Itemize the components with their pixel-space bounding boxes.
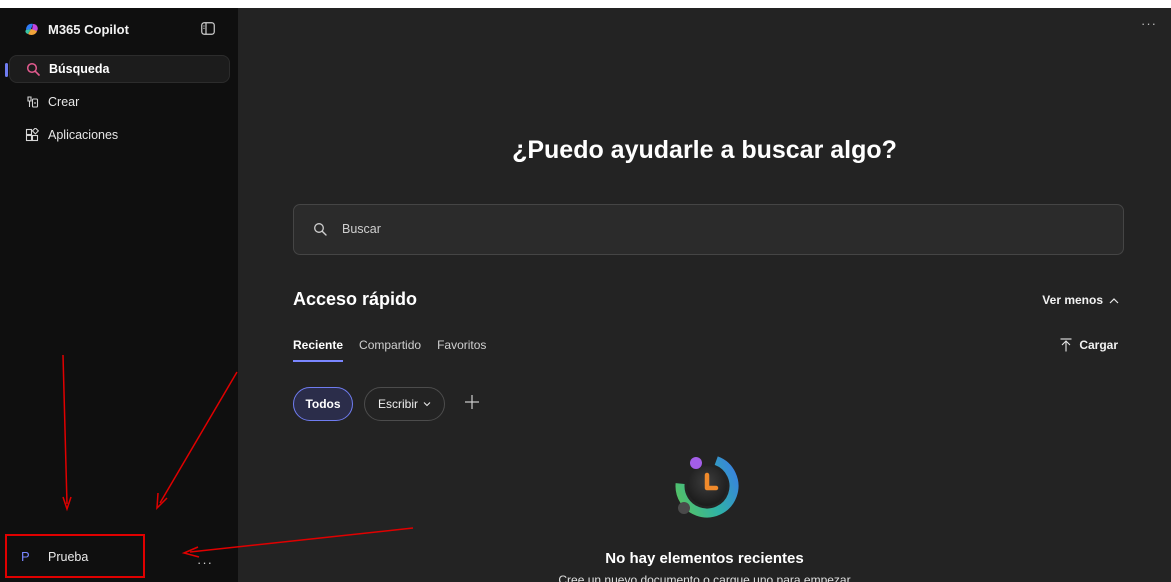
sidebar-item-label: Búsqueda (49, 62, 110, 76)
apps-icon (25, 128, 39, 142)
page-title: ¿Puedo ayudarle a buscar algo? (512, 136, 897, 164)
chevron-down-icon (423, 402, 431, 407)
filter-all-chip[interactable]: Todos (293, 387, 353, 421)
tab-recent[interactable]: Reciente (293, 338, 344, 362)
app-window: M365 Copilot Búsqueda Crear Aplicaciones… (0, 8, 1171, 582)
upload-icon (1060, 338, 1072, 352)
user-account-button[interactable]: P Prueba (5, 534, 145, 578)
tab-shared[interactable]: Compartido (359, 338, 421, 362)
sidebar-item-label: Aplicaciones (48, 128, 119, 142)
search-icon (26, 62, 40, 76)
sidebar-item-search[interactable]: Búsqueda (9, 55, 230, 83)
see-less-button[interactable]: Ver menos (1042, 293, 1119, 307)
search-icon (314, 223, 327, 236)
tab-favorites[interactable]: Favoritos (437, 338, 486, 362)
sidebar-item-create[interactable]: Crear (9, 88, 230, 116)
sidebar-item-apps[interactable]: Aplicaciones (9, 121, 230, 149)
active-indicator (5, 63, 8, 77)
see-less-label: Ver menos (1042, 293, 1103, 307)
filter-write-dropdown[interactable]: Escribir (364, 387, 445, 421)
quick-access-tabs: Reciente Compartido Favoritos (293, 338, 486, 362)
more-options-icon[interactable]: ··· (197, 555, 213, 570)
recent-clock-illustration-icon (675, 454, 739, 518)
add-filter-icon[interactable] (462, 392, 482, 412)
sidebar: M365 Copilot Búsqueda Crear Aplicaciones… (0, 8, 238, 582)
upload-button[interactable]: Cargar (1060, 338, 1118, 352)
quick-access-title: Acceso rápido (293, 289, 418, 309)
empty-state-title: No hay elementos recientes (605, 550, 804, 567)
filter-write-label: Escribir (377, 397, 418, 411)
chevron-up-icon (1109, 297, 1119, 303)
search-box[interactable] (293, 204, 1124, 255)
copilot-logo-icon (25, 23, 38, 35)
brand[interactable]: M365 Copilot (24, 21, 129, 37)
empty-state-subtitle: Cree un nuevo documento o cargue uno par… (558, 573, 851, 582)
upload-label: Cargar (1079, 338, 1118, 352)
app-title: M365 Copilot (48, 21, 129, 37)
create-icon (27, 96, 39, 108)
top-more-icon[interactable]: ··· (1141, 16, 1157, 31)
sidebar-item-label: Crear (48, 95, 80, 109)
avatar: P (21, 549, 30, 564)
user-name: Prueba (48, 550, 89, 564)
search-input[interactable] (340, 221, 1044, 237)
main-content: ··· ¿Puedo ayudarle a buscar algo? Acces… (238, 8, 1171, 582)
sidebar-toggle-icon[interactable] (201, 22, 215, 35)
